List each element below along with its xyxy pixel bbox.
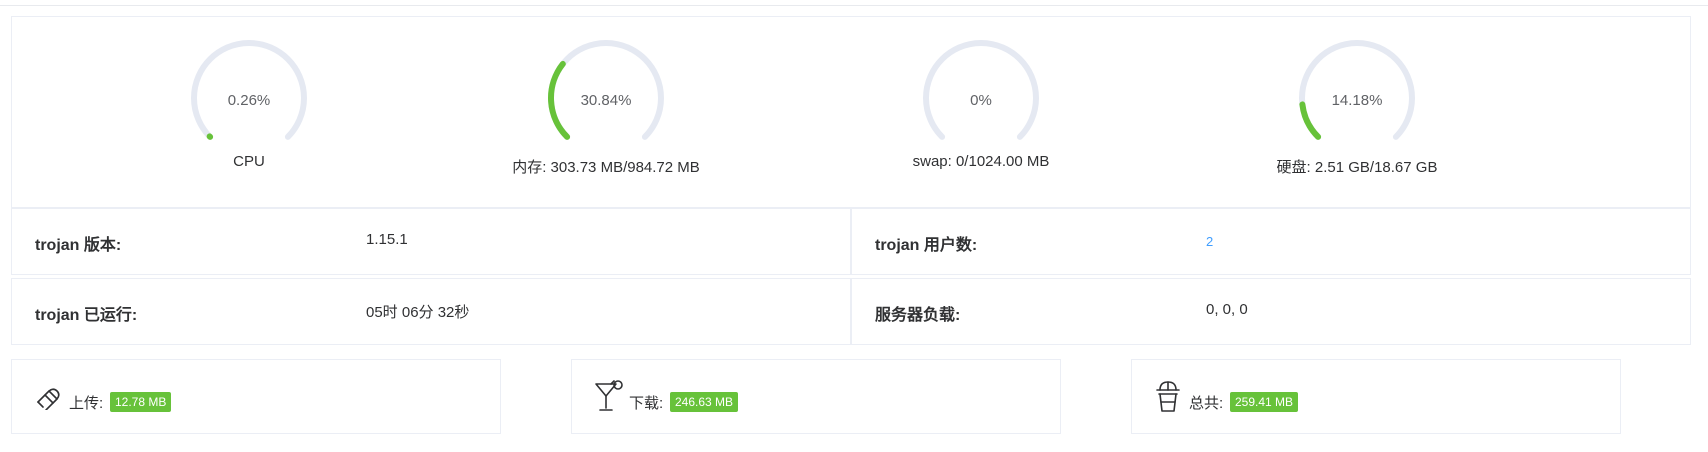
uptime-key: trojan 已运行: (35, 307, 138, 324)
server-load-key: 服务器负载: (875, 307, 961, 324)
download-badge: 246.63 MB (670, 392, 739, 412)
total-card: 总共: 259.41 MB (1131, 359, 1621, 434)
top-divider (0, 5, 1708, 6)
memory-gauge-track (548, 40, 664, 140)
user-count-row: trojan 用户数: 2 (851, 208, 1691, 275)
cpu-percent: 0.26% (227, 92, 271, 109)
disk-gauge-track (1299, 40, 1415, 140)
total-icon (1154, 380, 1184, 419)
cpu-gauge-arc (191, 40, 307, 140)
disk-label: 硬盘: 2.51 GB/18.67 GB (1276, 159, 1438, 176)
version-value: 1.15.1 (366, 231, 408, 248)
cpu-gauge-track (191, 40, 307, 140)
upload-label: 上传: (69, 395, 104, 412)
disk-percent: 14.18% (1331, 92, 1383, 109)
swap-gauge-arc (923, 40, 1039, 140)
upload-badge: 12.78 MB (110, 392, 172, 412)
user-count-key: trojan 用户数: (875, 237, 978, 254)
memory-percent: 30.84% (580, 92, 632, 109)
system-gauges-panel: 0.26% CPU 30.84% 内存: 303.73 MB/984.72 MB… (11, 16, 1691, 208)
version-key: trojan 版本: (35, 237, 122, 254)
cpu-label: CPU (233, 153, 265, 170)
version-row: trojan 版本: 1.15.1 (11, 208, 851, 275)
download-label: 下载: (629, 395, 664, 412)
swap-gauge-track (923, 40, 1039, 140)
upload-icon (34, 380, 64, 415)
memory-gauge: 30.84% 内存: 303.73 MB/984.72 MB (456, 17, 756, 209)
memory-gauge-arc (548, 40, 664, 140)
uptime-value: 05时 06分 32秒 (366, 304, 470, 321)
memory-label: 内存: 303.73 MB/984.72 MB (512, 159, 700, 176)
download-icon (594, 380, 624, 419)
swap-label: swap: 0/1024.00 MB (912, 153, 1050, 170)
server-load-row: 服务器负载: 0, 0, 0 (851, 278, 1691, 345)
total-label: 总共: (1189, 395, 1224, 412)
disk-gauge-fill (1299, 101, 1322, 140)
swap-percent: 0% (970, 92, 992, 109)
user-count-link[interactable]: 2 (1206, 234, 1213, 249)
swap-gauge: 0% swap: 0/1024.00 MB (831, 17, 1131, 209)
upload-card: 上传: 12.78 MB (11, 359, 501, 434)
disk-gauge-arc (1299, 40, 1415, 140)
cpu-gauge: 0.26% CPU (99, 17, 399, 209)
download-card: 下载: 246.63 MB (571, 359, 1061, 434)
total-badge: 259.41 MB (1230, 392, 1299, 412)
server-load-value: 0, 0, 0 (1206, 301, 1248, 318)
disk-gauge: 14.18% 硬盘: 2.51 GB/18.67 GB (1207, 17, 1507, 209)
uptime-row: trojan 已运行: 05时 06分 32秒 (11, 278, 851, 345)
